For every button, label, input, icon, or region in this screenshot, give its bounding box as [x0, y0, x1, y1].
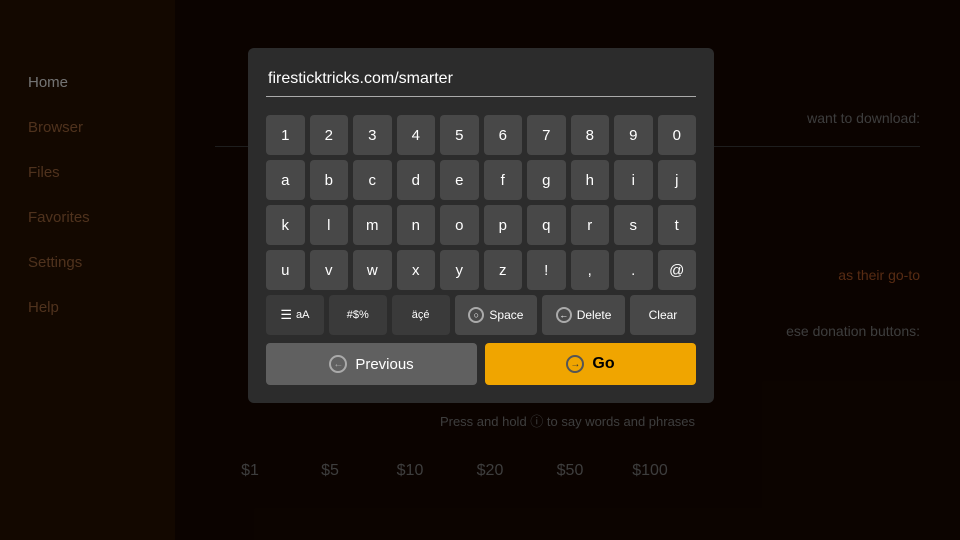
key-w[interactable]: w — [353, 250, 392, 290]
key-y[interactable]: y — [440, 250, 479, 290]
circle-delete-icon: ← — [556, 307, 572, 323]
key-5[interactable]: 5 — [440, 115, 479, 155]
key-k[interactable]: k — [266, 205, 305, 245]
key-m[interactable]: m — [353, 205, 392, 245]
key-u[interactable]: u — [266, 250, 305, 290]
action-row: ← Previous → Go — [266, 343, 696, 385]
key-e[interactable]: e — [440, 160, 479, 200]
key-z[interactable]: z — [484, 250, 523, 290]
special-row: ☰ aA #$% äçé ○ Space ← Delete Clear — [266, 295, 696, 335]
key-8[interactable]: 8 — [571, 115, 610, 155]
key-c[interactable]: c — [353, 160, 392, 200]
key-1[interactable]: 1 — [266, 115, 305, 155]
key-exclaim[interactable]: ! — [527, 250, 566, 290]
delete-label: Delete — [577, 308, 612, 322]
key-h[interactable]: h — [571, 160, 610, 200]
key-2[interactable]: 2 — [310, 115, 349, 155]
menu-icon: ☰ — [280, 307, 292, 323]
circle-space-icon: ○ — [468, 307, 484, 323]
key-space[interactable]: ○ Space — [455, 295, 538, 335]
key-at[interactable]: @ — [658, 250, 697, 290]
circle-go-icon: → — [566, 355, 584, 373]
key-period[interactable]: . — [614, 250, 653, 290]
go-button[interactable]: → Go — [485, 343, 696, 385]
caps-label: aA — [296, 309, 309, 321]
key-comma[interactable]: , — [571, 250, 610, 290]
letter-row-2: k l m n o p q r s t — [266, 205, 696, 245]
letter-row-3: u v w x y z ! , . @ — [266, 250, 696, 290]
key-0[interactable]: 0 — [658, 115, 697, 155]
key-4[interactable]: 4 — [397, 115, 436, 155]
key-s[interactable]: s — [614, 205, 653, 245]
key-9[interactable]: 9 — [614, 115, 653, 155]
key-g[interactable]: g — [527, 160, 566, 200]
key-q[interactable]: q — [527, 205, 566, 245]
letter-row-1: a b c d e f g h i j — [266, 160, 696, 200]
key-a[interactable]: a — [266, 160, 305, 200]
number-row: 1 2 3 4 5 6 7 8 9 0 — [266, 115, 696, 155]
previous-label: Previous — [355, 356, 413, 373]
key-6[interactable]: 6 — [484, 115, 523, 155]
key-t[interactable]: t — [658, 205, 697, 245]
key-n[interactable]: n — [397, 205, 436, 245]
key-l[interactable]: l — [310, 205, 349, 245]
key-3[interactable]: 3 — [353, 115, 392, 155]
key-p[interactable]: p — [484, 205, 523, 245]
key-caps[interactable]: ☰ aA — [266, 295, 324, 335]
key-i[interactable]: i — [614, 160, 653, 200]
virtual-keyboard: 1 2 3 4 5 6 7 8 9 0 a b c d e f g h i j … — [266, 115, 696, 335]
key-symbols[interactable]: #$% — [329, 295, 387, 335]
keyboard-dialog: 1 2 3 4 5 6 7 8 9 0 a b c d e f g h i j … — [248, 48, 714, 403]
url-input[interactable] — [266, 66, 696, 97]
key-x[interactable]: x — [397, 250, 436, 290]
circle-prev-icon: ← — [329, 355, 347, 373]
key-v[interactable]: v — [310, 250, 349, 290]
key-accents[interactable]: äçé — [392, 295, 450, 335]
key-7[interactable]: 7 — [527, 115, 566, 155]
space-label: Space — [489, 308, 523, 322]
go-label: Go — [592, 355, 614, 373]
key-clear[interactable]: Clear — [630, 295, 696, 335]
key-delete[interactable]: ← Delete — [542, 295, 625, 335]
key-d[interactable]: d — [397, 160, 436, 200]
key-j[interactable]: j — [658, 160, 697, 200]
key-f[interactable]: f — [484, 160, 523, 200]
key-b[interactable]: b — [310, 160, 349, 200]
previous-button[interactable]: ← Previous — [266, 343, 477, 385]
key-o[interactable]: o — [440, 205, 479, 245]
key-r[interactable]: r — [571, 205, 610, 245]
